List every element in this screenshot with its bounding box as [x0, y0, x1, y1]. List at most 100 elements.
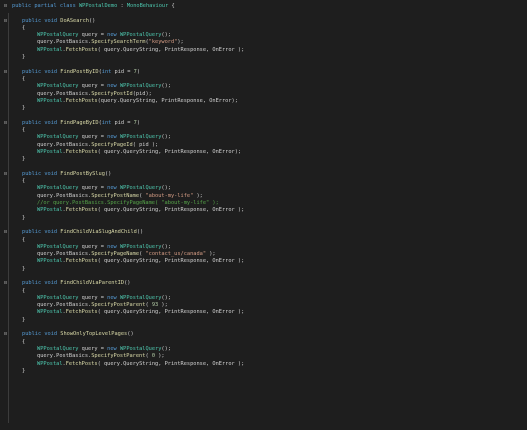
- code-text: WPPostalQuery query = new WPPostalQuery(…: [37, 134, 171, 141]
- code-line[interactable]: [0, 324, 527, 331]
- code-line[interactable]: {: [0, 76, 527, 83]
- code-token: (query.QueryString, PrintResponse, OnErr…: [97, 97, 238, 104]
- code-line[interactable]: ⊟ public void ShowOnlyTopLevelPages(): [0, 331, 527, 338]
- code-token: FetchPosts: [65, 360, 98, 367]
- code-token: new: [107, 185, 120, 192]
- code-token: public: [22, 170, 45, 177]
- code-line[interactable]: }: [0, 317, 527, 324]
- code-line[interactable]: WPPostalQuery query = new WPPostalQuery(…: [0, 346, 527, 353]
- code-line[interactable]: query.PostBasics.SpecifyPostName( "about…: [0, 193, 527, 200]
- code-token: ();: [161, 185, 171, 192]
- code-token: WPPostalQuery: [119, 32, 162, 39]
- code-line[interactable]: WPPostal.FetchPosts( query.QueryString, …: [0, 309, 527, 316]
- code-line[interactable]: }: [0, 368, 527, 375]
- code-line[interactable]: ⊟ public partial class WPPostalDemo : Mon…: [0, 3, 527, 10]
- code-token: ();: [161, 83, 171, 90]
- code-line[interactable]: ⊟ public void FindPostByID(int pid = 7): [0, 69, 527, 76]
- code-line[interactable]: query.PostBasics.SpecifyPageName( "conta…: [0, 251, 527, 258]
- code-text: public void FindPostByID(int pid = 7): [22, 69, 140, 76]
- code-line[interactable]: query.PostBasics.SpecifyPostParent( 0 );: [0, 353, 527, 360]
- code-text: WPPostalQuery query = new WPPostalQuery(…: [37, 185, 171, 192]
- fold-toggle-icon[interactable]: ⊟: [3, 281, 8, 286]
- code-token: WPPostalQuery: [37, 83, 79, 90]
- code-token: FetchPosts: [65, 258, 98, 265]
- code-line[interactable]: [0, 10, 527, 17]
- code-text: WPPostal.FetchPosts( query.QueryString, …: [37, 47, 244, 54]
- code-line[interactable]: WPPostal.FetchPosts( query.QueryString, …: [0, 149, 527, 156]
- code-text: query.PostBasics.SpecifyPostParent( 0 );: [37, 353, 165, 360]
- fold-toggle-icon[interactable]: ⊟: [3, 171, 8, 177]
- code-token: FindPostByID: [60, 68, 99, 75]
- code-line[interactable]: [0, 222, 527, 229]
- code-token: class: [59, 3, 79, 9]
- code-line[interactable]: [0, 112, 527, 119]
- code-line[interactable]: }: [0, 266, 527, 273]
- code-line[interactable]: [0, 375, 527, 382]
- code-token: WPPostalQuery: [37, 32, 79, 39]
- code-line[interactable]: //or query.PostBasics.SpecifyPageName( "…: [0, 200, 527, 207]
- fold-toggle-icon[interactable]: ⊟: [3, 4, 8, 9]
- code-line[interactable]: {: [0, 288, 527, 295]
- code-text: WPPostalQuery query = new WPPostalQuery(…: [37, 32, 171, 39]
- code-line[interactable]: WPPostalQuery query = new WPPostalQuery(…: [0, 83, 527, 90]
- code-line[interactable]: WPPostal.FetchPosts( query.QueryString, …: [0, 258, 527, 265]
- code-line[interactable]: query.PostBasics.SpecifyPageId( pid );: [0, 142, 527, 149]
- code-line[interactable]: query.PostBasics.SpecifyPostId(pid);: [0, 91, 527, 98]
- code-line[interactable]: WPPostal.FetchPosts( query.QueryString, …: [0, 361, 527, 368]
- code-line[interactable]: }: [0, 215, 527, 222]
- code-text: WPPostal.FetchPosts( query.QueryString, …: [37, 207, 244, 214]
- code-text: WPPostalQuery query = new WPPostalQuery(…: [37, 244, 171, 251]
- code-line[interactable]: ⊟ public void FindChildViaSlugAndChild(): [0, 229, 527, 236]
- code-token: WPPostal: [37, 46, 63, 53]
- code-line[interactable]: }: [0, 156, 527, 163]
- code-line[interactable]: query.PostBasics.SpecifySearchTerm("keyw…: [0, 39, 527, 46]
- code-line[interactable]: ⊟ public void FindPostBySlug(): [0, 171, 527, 178]
- code-line[interactable]: ⊟ public void FindChildViaParentID(): [0, 280, 527, 287]
- code-token: new: [107, 32, 120, 39]
- code-line[interactable]: WPPostal.FetchPosts( query.QueryString, …: [0, 207, 527, 214]
- code-token: query =: [78, 243, 108, 250]
- code-token: FetchPosts: [65, 97, 98, 104]
- fold-toggle-icon[interactable]: ⊟: [3, 120, 8, 126]
- code-token: WPPostalQuery: [119, 345, 162, 352]
- fold-toggle-icon[interactable]: ⊟: [3, 230, 8, 235]
- code-line[interactable]: WPPostalQuery query = new WPPostalQuery(…: [0, 134, 527, 141]
- fold-toggle-icon[interactable]: ⊟: [3, 69, 8, 75]
- code-text: }: [22, 105, 25, 112]
- code-token: SpecifyPageName: [91, 251, 140, 258]
- code-line[interactable]: WPPostal.FetchPosts( query.QueryString, …: [0, 47, 527, 54]
- code-token: void: [44, 331, 61, 338]
- code-line[interactable]: {: [0, 237, 527, 244]
- code-line[interactable]: [0, 61, 527, 68]
- code-line[interactable]: WPPostal.FetchPosts(query.QueryString, P…: [0, 98, 527, 105]
- code-line[interactable]: query.PostBasics.SpecifyPostParent( 93 )…: [0, 302, 527, 309]
- code-line[interactable]: WPPostalQuery query = new WPPostalQuery(…: [0, 244, 527, 251]
- code-token: void: [44, 280, 61, 287]
- code-editor[interactable]: ⊟ public partial class WPPostalDemo : Mon…: [0, 0, 527, 430]
- code-line[interactable]: {: [0, 127, 527, 134]
- code-line[interactable]: ⊟ public void FindPageByID(int pid = 7): [0, 120, 527, 127]
- code-line[interactable]: {: [0, 25, 527, 32]
- code-line[interactable]: }: [0, 105, 527, 112]
- code-line[interactable]: ⊟ public void DoASearch(): [0, 18, 527, 25]
- fold-toggle-icon[interactable]: ⊟: [3, 18, 8, 24]
- code-line[interactable]: {: [0, 339, 527, 346]
- code-line[interactable]: WPPostalQuery query = new WPPostalQuery(…: [0, 185, 527, 192]
- code-token: ): [136, 68, 141, 75]
- fold-toggle-icon[interactable]: ⊟: [3, 332, 8, 337]
- code-token: WPPostalDemo: [78, 3, 118, 9]
- code-line[interactable]: WPPostalQuery query = new WPPostalQuery(…: [0, 32, 527, 39]
- code-area[interactable]: ⊟ public partial class WPPostalDemo : Mon…: [0, 3, 527, 382]
- code-token: WPPostal: [37, 207, 63, 214]
- code-line[interactable]: [0, 273, 527, 280]
- code-line[interactable]: }: [0, 54, 527, 61]
- code-token: FindPostBySlug: [60, 170, 105, 177]
- code-text: public void DoASearch(): [22, 18, 95, 25]
- code-token: FetchPosts: [65, 46, 98, 53]
- code-text: }: [22, 156, 25, 163]
- code-line[interactable]: {: [0, 178, 527, 185]
- code-text: }: [22, 368, 25, 375]
- code-token: WPPostal: [37, 360, 63, 367]
- code-line[interactable]: WPPostalQuery query = new WPPostalQuery(…: [0, 295, 527, 302]
- code-line[interactable]: [0, 164, 527, 171]
